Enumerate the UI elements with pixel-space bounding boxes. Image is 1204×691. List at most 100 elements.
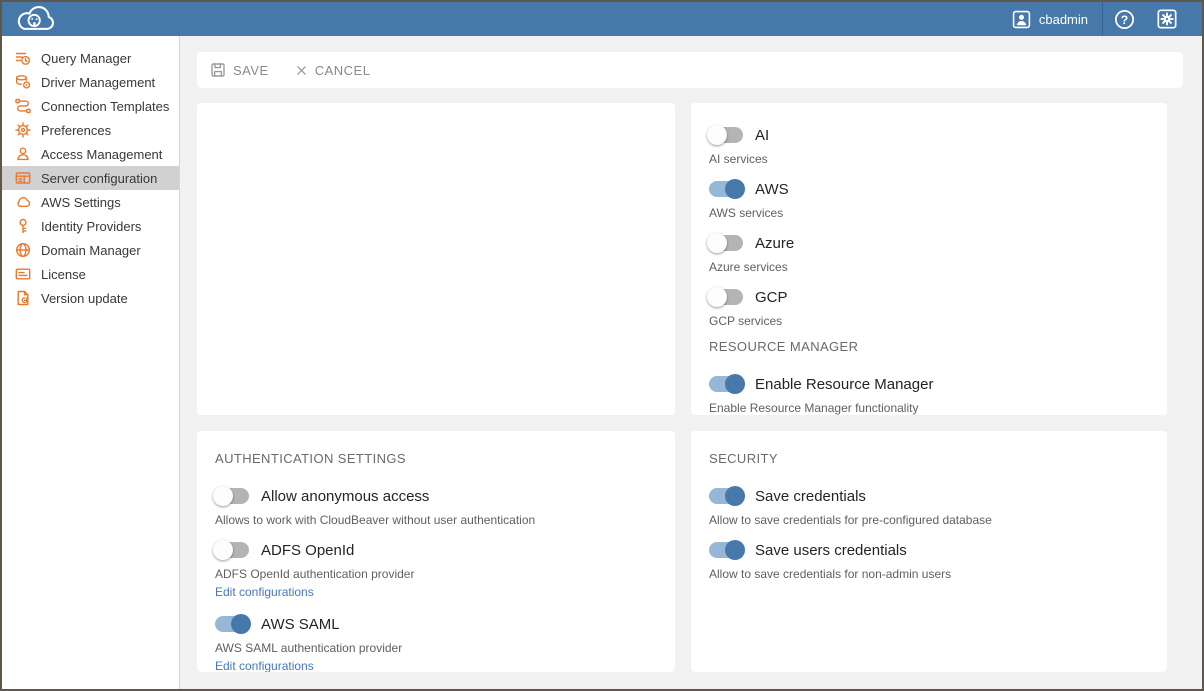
sidebar-item[interactable]: AWS Settings <box>2 190 179 214</box>
toggle-description: AWS SAML authentication provider <box>215 641 657 655</box>
toggle-switch[interactable] <box>709 235 743 251</box>
app-window: cbadmin ? Query Manager Driver Mana <box>0 0 1204 691</box>
sidebar-item[interactable]: Driver Management <box>2 70 179 94</box>
query-manager-icon <box>15 50 31 66</box>
toggle-switch[interactable] <box>215 542 249 558</box>
authentication-panel: AUTHENTICATION SETTINGS Allow anonymous … <box>197 431 675 672</box>
toggle-row: AI AI services <box>709 123 1149 166</box>
toggle-row: GCP GCP services <box>709 285 1149 328</box>
toggle-label: AWS <box>755 181 789 198</box>
security-toggle-list: Save credentials Allow to save credentia… <box>709 484 1149 581</box>
sidebar-item-label: Identity Providers <box>41 219 141 234</box>
cloudbeaver-logo[interactable] <box>12 3 62 35</box>
toggle-description: AWS services <box>709 206 1149 220</box>
edit-configurations-link[interactable]: Edit configurations <box>215 585 314 599</box>
toggle-row: Allow anonymous access Allows to work wi… <box>215 484 657 527</box>
toggle-switch[interactable] <box>709 181 743 197</box>
empty-panel <box>197 103 675 415</box>
save-button[interactable]: SAVE <box>210 62 269 78</box>
content-area: SAVE CANCEL A <box>180 36 1202 689</box>
user-icon <box>1012 10 1031 29</box>
sidebar-item[interactable]: Connection Templates <box>2 94 179 118</box>
server-configuration-icon <box>15 170 31 186</box>
resource-manager-toggle-list: Enable Resource Manager Enable Resource … <box>709 372 1149 415</box>
toggle-knob <box>725 486 745 506</box>
toggle-label: GCP <box>755 289 788 306</box>
section-header-security: SECURITY <box>709 451 1149 466</box>
help-button[interactable]: ? <box>1103 2 1146 36</box>
driver-management-icon <box>15 74 31 90</box>
toggle-row: ADFS OpenId ADFS OpenId authentication p… <box>215 538 657 601</box>
help-icon: ? <box>1114 9 1135 30</box>
toggle-switch[interactable] <box>709 488 743 504</box>
sidebar-item[interactable]: Domain Manager <box>2 238 179 262</box>
toggle-label: Allow anonymous access <box>261 488 429 505</box>
sidebar-item-label: AWS Settings <box>41 195 121 210</box>
toggle-switch[interactable] <box>215 616 249 632</box>
toggle-description: Allow to save credentials for non-admin … <box>709 567 1149 581</box>
toggle-switch[interactable] <box>215 488 249 504</box>
toggle-knob <box>725 179 745 199</box>
toggle-knob <box>707 125 727 145</box>
toggle-description: GCP services <box>709 314 1149 328</box>
sidebar-item[interactable]: License <box>2 262 179 286</box>
toggle-switch[interactable] <box>709 289 743 305</box>
section-header-resource-manager: RESOURCE MANAGER <box>709 339 1149 354</box>
toggle-knob <box>231 614 251 634</box>
toggle-label: ADFS OpenId <box>261 542 354 559</box>
sidebar-item[interactable]: Version update <box>2 286 179 310</box>
sidebar-item-label: Driver Management <box>41 75 155 90</box>
auth-toggle-list: Allow anonymous access Allows to work wi… <box>215 484 657 672</box>
sidebar-item-label: Connection Templates <box>41 99 169 114</box>
toggle-switch[interactable] <box>709 127 743 143</box>
toggle-knob <box>725 374 745 394</box>
settings-icon <box>1157 9 1177 29</box>
toggle-row: Enable Resource Manager Enable Resource … <box>709 372 1149 415</box>
toggle-label: Enable Resource Manager <box>755 376 933 393</box>
toggle-knob <box>707 287 727 307</box>
cancel-icon <box>295 64 308 77</box>
toggle-description: Enable Resource Manager functionality <box>709 401 1149 415</box>
toggle-description: AI services <box>709 152 1149 166</box>
sidebar-item[interactable]: Identity Providers <box>2 214 179 238</box>
toggle-description: Allows to work with CloudBeaver without … <box>215 513 657 527</box>
topbar: cbadmin ? <box>2 2 1202 36</box>
version-update-icon <box>15 290 31 306</box>
connection-templates-icon <box>15 98 31 114</box>
sidebar-item[interactable]: Query Manager <box>2 46 179 70</box>
panels-grid: AI AI services AWS A <box>197 103 1202 672</box>
sidebar: Query Manager Driver Management Connecti… <box>2 36 180 689</box>
toggle-switch[interactable] <box>709 376 743 392</box>
preferences-icon <box>15 122 31 138</box>
sidebar-item[interactable]: Access Management <box>2 142 179 166</box>
services-panel: AI AI services AWS A <box>691 103 1167 415</box>
toggle-switch[interactable] <box>709 542 743 558</box>
toggle-label: AI <box>755 127 769 144</box>
toggle-knob <box>707 233 727 253</box>
toggle-row: AWS SAML AWS SAML authentication provide… <box>215 612 657 672</box>
toggle-row: AWS AWS services <box>709 177 1149 220</box>
access-management-icon <box>15 146 31 162</box>
toggle-label: Azure <box>755 235 794 252</box>
toggle-description: ADFS OpenId authentication provider <box>215 567 657 581</box>
sidebar-item[interactable]: Server configuration <box>2 166 179 190</box>
cancel-button[interactable]: CANCEL <box>295 63 371 78</box>
toggle-row: Save credentials Allow to save credentia… <box>709 484 1149 527</box>
main-area: Query Manager Driver Management Connecti… <box>2 36 1202 689</box>
toggle-label: Save users credentials <box>755 542 907 559</box>
user-menu[interactable]: cbadmin <box>998 2 1102 36</box>
save-icon <box>210 62 226 78</box>
sidebar-item-label: Access Management <box>41 147 162 162</box>
domain-manager-icon <box>15 242 31 258</box>
toolbar: SAVE CANCEL <box>197 52 1183 88</box>
settings-button[interactable] <box>1146 2 1188 36</box>
svg-text:?: ? <box>1121 12 1128 26</box>
services-toggle-list: AI AI services AWS A <box>709 123 1149 328</box>
identity-providers-icon <box>15 218 31 234</box>
edit-configurations-link[interactable]: Edit configurations <box>215 659 314 672</box>
toggle-knob <box>213 540 233 560</box>
toggle-knob <box>213 486 233 506</box>
sidebar-item[interactable]: Preferences <box>2 118 179 142</box>
user-name: cbadmin <box>1039 12 1088 27</box>
toggle-label: AWS SAML <box>261 616 340 633</box>
